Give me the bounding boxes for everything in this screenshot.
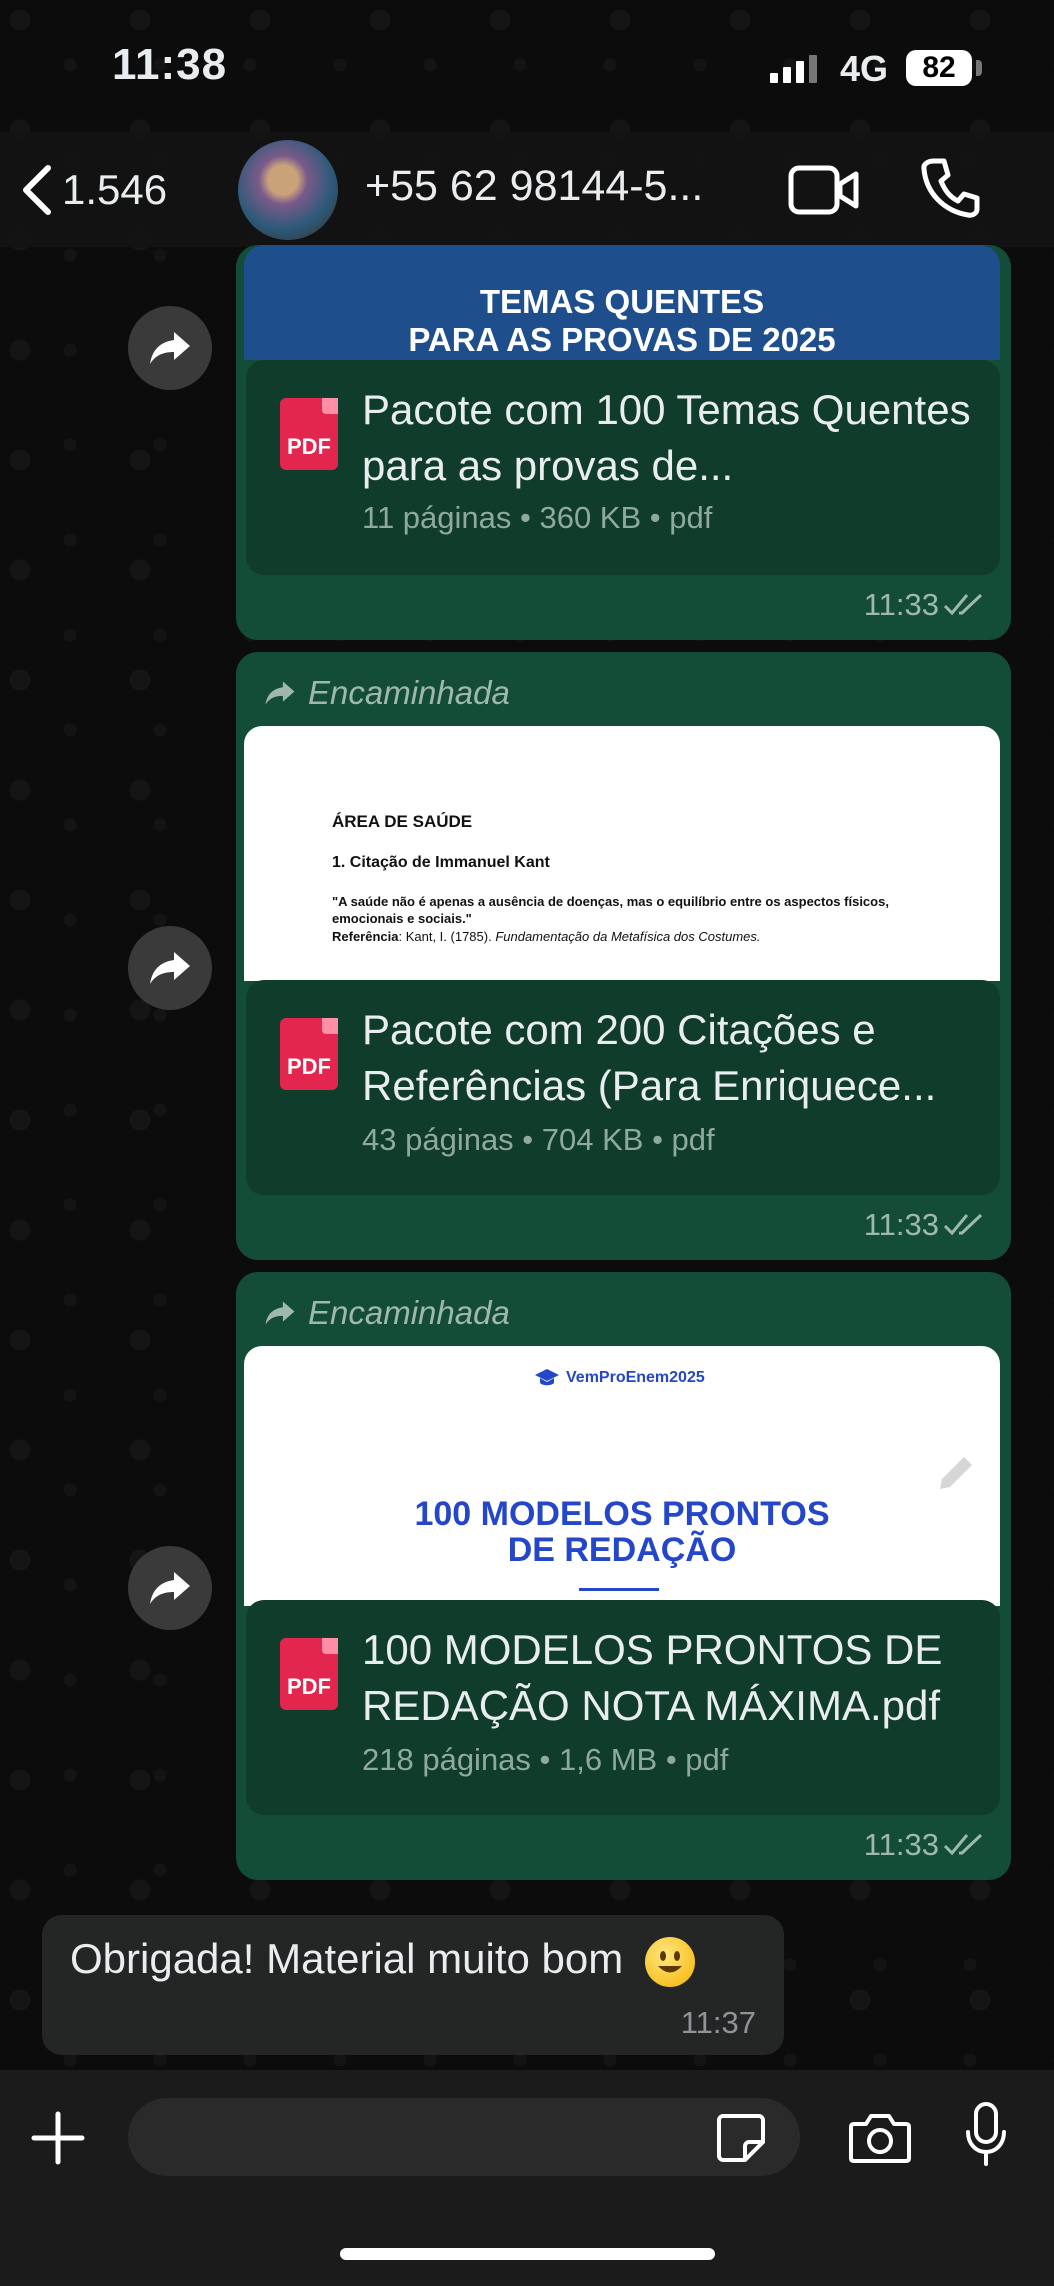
- document-title: Pacote com 200 Citações e Referências (P…: [362, 1006, 937, 1109]
- unread-count: 1.546: [62, 166, 168, 213]
- forwarded-label: Encaminhada: [264, 674, 510, 712]
- message-bubble[interactable]: TEMAS QUENTES PARA AS PROVAS DE 2025 PDF…: [236, 245, 1011, 640]
- document-meta: 218 páginas • 1,6 MB • pdf: [362, 1742, 729, 1777]
- document-meta: 43 páginas • 704 KB • pdf: [362, 1122, 715, 1157]
- double-check-icon: [943, 1833, 983, 1856]
- document-card[interactable]: PDF 100 MODELOS PRONTOS DE REDAÇÃO NOTA …: [246, 1600, 1000, 1815]
- reference-italic: Fundamentação da Metafísica dos Costumes…: [495, 929, 761, 944]
- message-bubble[interactable]: Encaminhada ÁREA DE SAÚDE 1. Citação de …: [236, 652, 1011, 1260]
- chat-header: 1.546 +55 62 98144-5...: [0, 132, 1054, 247]
- pdf-icon: PDF: [280, 398, 338, 470]
- contact-name[interactable]: +55 62 98144-5...: [365, 162, 703, 211]
- camera-icon: [849, 2114, 911, 2163]
- attach-button[interactable]: [30, 2110, 86, 2171]
- received-text: Obrigada! Material muito bom: [70, 1935, 624, 1982]
- microphone-icon: [966, 2102, 1006, 2166]
- message-time: 11:33: [863, 1207, 939, 1242]
- reference-label: Referência: [332, 929, 399, 944]
- preview-brand: VemProEnem2025: [534, 1368, 705, 1388]
- preview-title-line: DE REDAÇÃO: [507, 1531, 737, 1569]
- signal-icon: [770, 55, 822, 83]
- forwarded-text: Encaminhada: [308, 674, 510, 711]
- preview-banner-line: PARA AS PROVAS DE 2025: [408, 321, 836, 358]
- forward-icon: [150, 332, 190, 364]
- document-preview[interactable]: TEMAS QUENTES PARA AS PROVAS DE 2025: [244, 245, 1000, 360]
- document-card[interactable]: PDF Pacote com 100 Temas Quentes para as…: [246, 360, 1000, 575]
- document-card[interactable]: PDF Pacote com 200 Citações e Referência…: [246, 980, 1000, 1195]
- phone-icon: [921, 158, 980, 218]
- preview-heading: ÁREA DE SAÚDE: [332, 812, 473, 831]
- voice-call-button[interactable]: [920, 157, 980, 224]
- brand-text: VemProEnem2025: [566, 1369, 705, 1386]
- message-time: 11:33: [863, 587, 939, 622]
- pdf-icon: PDF: [280, 1638, 338, 1710]
- home-indicator[interactable]: [340, 2248, 715, 2260]
- forward-icon: [150, 1572, 190, 1604]
- chevron-left-icon: [23, 165, 51, 215]
- status-bar: 11:38 4G 82: [0, 0, 1054, 140]
- preview-quote: "A saúde não é apenas a ausência de doen…: [332, 894, 889, 926]
- composer-bar: [0, 2070, 1054, 2286]
- back-button[interactable]: 1.546: [18, 160, 167, 220]
- camera-button[interactable]: [848, 2110, 912, 2169]
- avatar[interactable]: [238, 140, 338, 240]
- battery-level: 82: [906, 50, 972, 86]
- forwarded-label: Encaminhada: [264, 1294, 510, 1332]
- message-time: 11:33: [863, 1827, 939, 1862]
- preview-banner-line: TEMAS QUENTES: [479, 283, 765, 320]
- network-type: 4G: [840, 48, 889, 89]
- forward-button[interactable]: [128, 306, 212, 390]
- double-check-icon: [943, 593, 983, 616]
- preview-title-line: 100 MODELOS PRONTOS: [414, 1495, 830, 1533]
- smiley-emoji-icon: [644, 1936, 695, 1987]
- message-bubble[interactable]: Encaminhada VemProEnem2025 100 MODELOS P…: [236, 1272, 1011, 1880]
- forward-button[interactable]: [128, 1546, 212, 1630]
- forward-icon: [150, 952, 190, 984]
- sticker-icon: [717, 2114, 765, 2162]
- pencil-icon: [940, 1457, 972, 1489]
- forward-button[interactable]: [128, 926, 212, 1010]
- received-message: Obrigada! Material muito bom: [70, 1935, 695, 1987]
- document-meta: 11 páginas • 360 KB • pdf: [362, 500, 713, 535]
- message-input[interactable]: [128, 2098, 800, 2176]
- title-underline: [579, 1588, 659, 1591]
- document-title: 100 MODELOS PRONTOS DE REDAÇÃO NOTA MÁXI…: [362, 1626, 943, 1729]
- document-preview[interactable]: ÁREA DE SAÚDE 1. Citação de Immanuel Kan…: [244, 726, 1000, 981]
- sticker-button[interactable]: [715, 2112, 767, 2169]
- reference-text: : Kant, I. (1785).: [398, 929, 496, 944]
- preview-title: 100 MODELOS PRONTOS DE REDAÇÃO: [244, 1496, 1000, 1568]
- document-preview[interactable]: VemProEnem2025 100 MODELOS PRONTOS DE RE…: [244, 1346, 1000, 1606]
- preview-reference: Referência: Kant, I. (1785). Fundamentaç…: [332, 929, 761, 944]
- microphone-button[interactable]: [962, 2100, 1010, 2175]
- video-camera-icon: [788, 165, 859, 215]
- graduation-cap-icon: [535, 1369, 559, 1386]
- received-message-bubble[interactable]: Obrigada! Material muito bom 11:37: [42, 1915, 784, 2055]
- status-time: 11:38: [112, 40, 228, 89]
- forwarded-text: Encaminhada: [308, 1294, 510, 1331]
- forward-icon: [265, 1301, 295, 1325]
- double-check-icon: [943, 1213, 983, 1236]
- forward-icon: [265, 681, 295, 705]
- video-call-button[interactable]: [788, 162, 860, 223]
- message-time: 11:37: [680, 2005, 756, 2040]
- pdf-icon: PDF: [280, 1018, 338, 1090]
- plus-icon: [31, 2111, 85, 2165]
- battery-icon: [976, 60, 982, 76]
- document-title: Pacote com 100 Temas Quentes para as pro…: [362, 386, 971, 489]
- preview-subheading: 1. Citação de Immanuel Kant: [332, 854, 550, 871]
